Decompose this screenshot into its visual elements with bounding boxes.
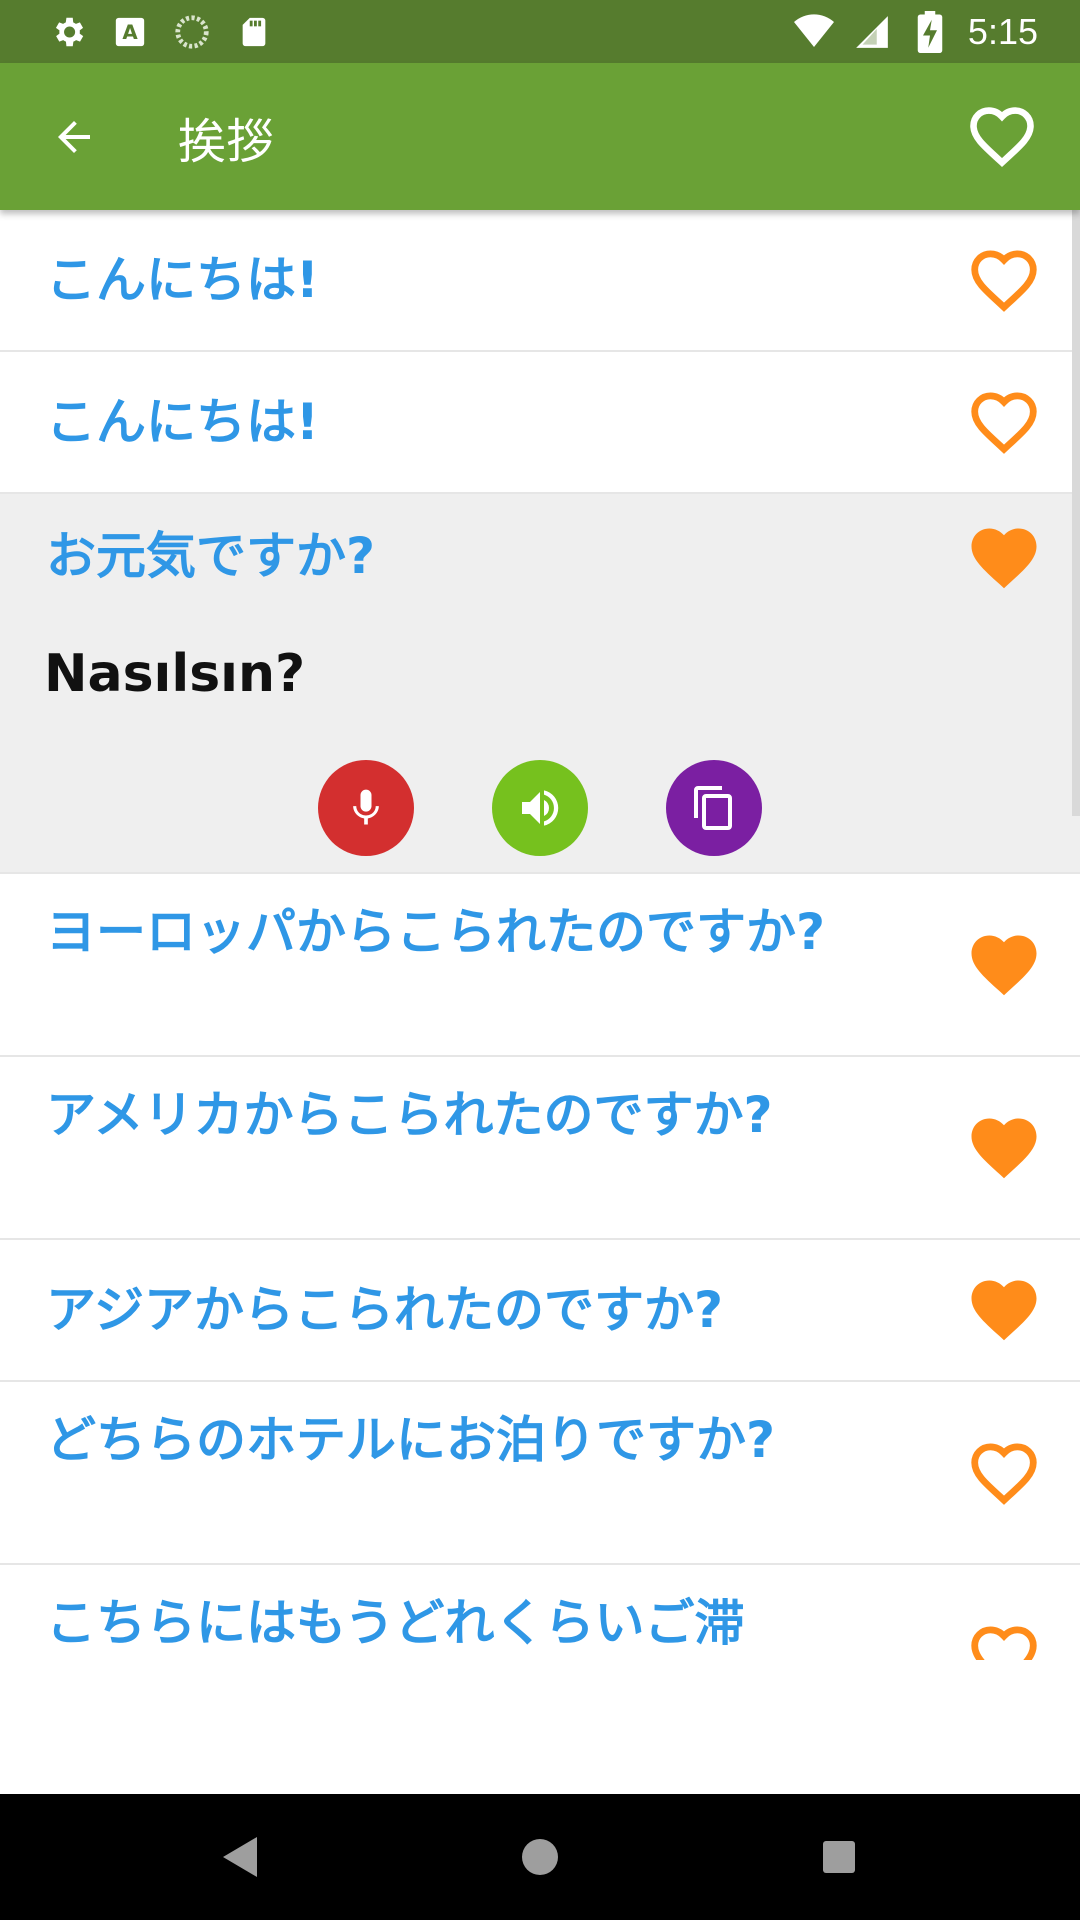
heart-outline-icon (971, 1626, 1037, 1660)
status-time: 5:15 (967, 10, 1038, 52)
nav-recents-button[interactable] (809, 1827, 869, 1887)
copy-icon (694, 786, 732, 830)
phrase-text: どちらのホテルにお泊りですか? (46, 1411, 776, 1469)
favorite-toggle[interactable] (964, 926, 1044, 1006)
favorite-toggle[interactable] (964, 1434, 1044, 1514)
copy-button[interactable] (666, 760, 762, 856)
nav-home-icon (522, 1839, 558, 1875)
favorite-toggle[interactable] (964, 1109, 1044, 1189)
status-bar: A 5:15 (0, 0, 1080, 63)
app-bar: 挨拶 (0, 63, 1080, 210)
heart-outline-icon (971, 392, 1037, 454)
system-nav-bar (0, 1794, 1080, 1920)
arrow-back-icon (58, 120, 90, 153)
favorites-button[interactable] (962, 97, 1042, 177)
settings-icon (48, 12, 88, 52)
heart-outline-icon (971, 1443, 1037, 1505)
nav-back-button[interactable] (211, 1827, 271, 1887)
heart-filled-icon (971, 1280, 1037, 1341)
phrase-text: こんにちは! (46, 251, 319, 309)
play-audio-button[interactable] (492, 760, 588, 856)
list-item[interactable]: ヨーロッパからこられたのですか? (0, 874, 1080, 1057)
favorite-toggle[interactable] (964, 383, 1044, 463)
sync-circle-icon (172, 12, 212, 52)
battery-charging-icon (910, 10, 950, 53)
signal-icon (852, 12, 892, 52)
list-item[interactable]: こんにちは! (0, 352, 1080, 494)
back-button[interactable] (44, 107, 104, 167)
heart-outline-icon (970, 106, 1034, 167)
phrase-actions (0, 760, 1080, 856)
list-item[interactable]: どちらのホテルにお泊りですか? (0, 1382, 1080, 1565)
record-button[interactable] (318, 760, 414, 856)
heart-filled-icon (971, 528, 1037, 589)
speaker-icon (522, 790, 559, 826)
svg-text:A: A (122, 21, 138, 44)
scrollbar[interactable] (1072, 210, 1080, 816)
translation-text: Nasılsın? (44, 644, 306, 704)
nav-back-icon (223, 1837, 257, 1877)
favorite-toggle[interactable] (964, 241, 1044, 321)
nav-recents-icon (823, 1841, 855, 1873)
list-item[interactable]: こんにちは! (0, 210, 1080, 352)
phrase-text: アメリカからこられたのですか? (46, 1086, 773, 1144)
list-item[interactable]: アメリカからこられたのですか? (0, 1057, 1080, 1240)
page-title: 挨拶 (178, 113, 275, 170)
list-item-expanded[interactable]: お元気ですか? Nasılsın? (0, 494, 1080, 874)
phrase-text: お元気ですか? (46, 527, 376, 585)
mic-icon (353, 789, 379, 825)
heart-filled-icon (971, 935, 1037, 996)
heart-filled-icon (971, 1118, 1037, 1179)
list-item[interactable]: こちらにはもうどれくらいご滞 (0, 1565, 1080, 1660)
phrase-list[interactable]: こんにちは! こんにちは! お元気ですか? Nasılsın? ヨーロッパからこ… (0, 210, 1080, 1660)
wifi-icon (793, 12, 834, 52)
sd-card-icon (234, 12, 274, 52)
favorite-toggle[interactable] (964, 519, 1044, 599)
keyboard-a-icon: A (110, 12, 150, 52)
favorite-toggle[interactable] (964, 1617, 1044, 1660)
nav-home-button[interactable] (510, 1827, 570, 1887)
phrase-text: こちらにはもうどれくらいご滞 (46, 1594, 745, 1652)
phrase-text: アジアからこられたのですか? (46, 1281, 724, 1339)
favorite-toggle[interactable] (964, 1271, 1044, 1351)
phrase-text: ヨーロッパからこられたのですか? (46, 903, 826, 961)
phrase-text: こんにちは! (46, 393, 319, 451)
heart-outline-icon (971, 250, 1037, 312)
list-item[interactable]: アジアからこられたのですか? (0, 1240, 1080, 1382)
